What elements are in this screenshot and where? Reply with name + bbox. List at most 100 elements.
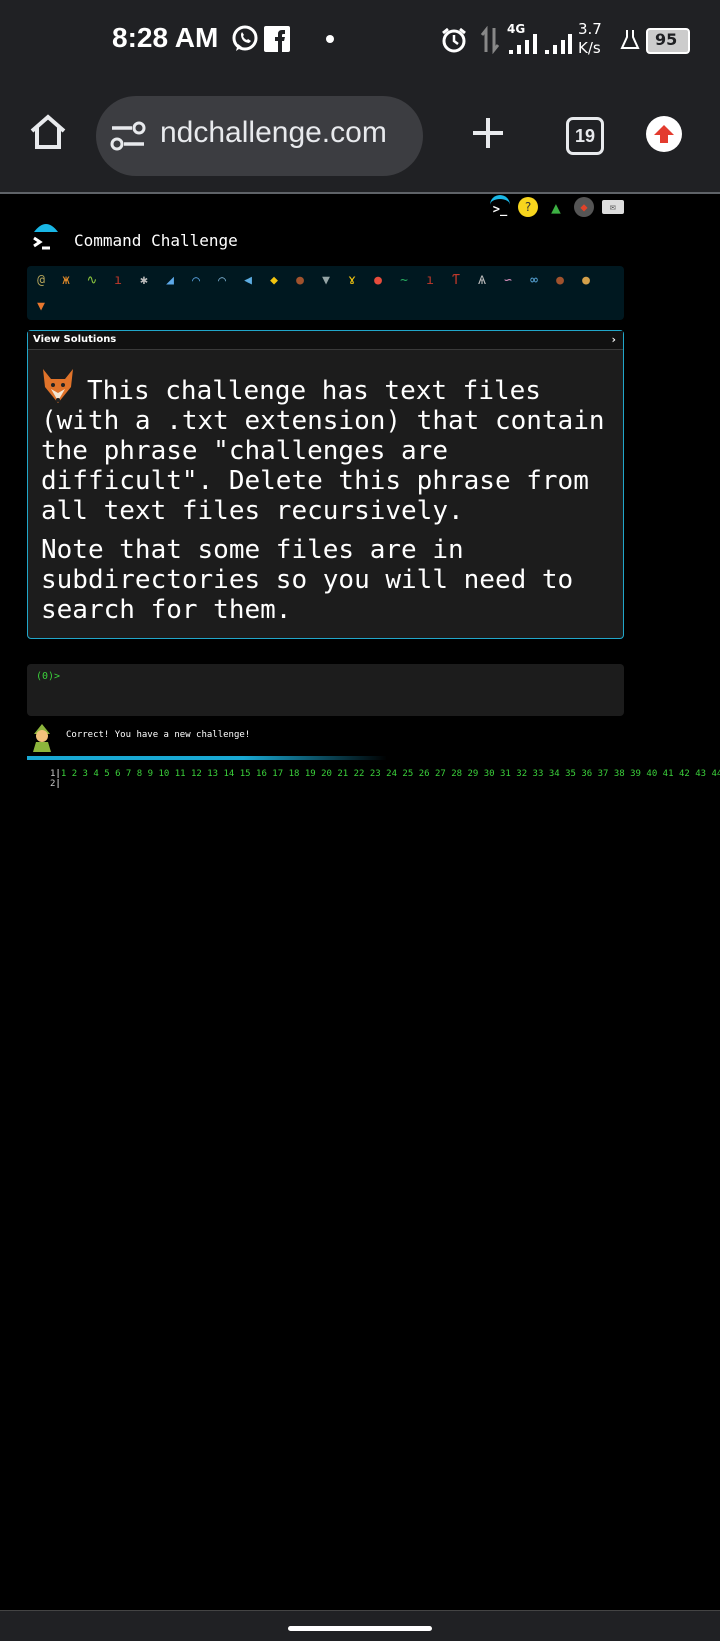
spider-web-icon[interactable]: ✱ [135, 272, 153, 290]
level-link-16[interactable]: 16 [256, 769, 267, 779]
level-link-20[interactable]: 20 [321, 769, 332, 779]
chevron-right-icon[interactable]: › [610, 333, 617, 346]
net-speed-value: 3.7 [578, 20, 602, 38]
browser-toolbar: ndchallenge.com 19 [0, 82, 720, 194]
thinking-emoji-icon[interactable]: ? [518, 197, 538, 217]
level-link-41[interactable]: 41 [663, 769, 674, 779]
notification-dot-icon [326, 35, 334, 43]
level-link-22[interactable]: 22 [354, 769, 365, 779]
level-link-36[interactable]: 36 [581, 769, 592, 779]
alarm-icon [442, 27, 466, 53]
level-link-39[interactable]: 39 [630, 769, 641, 779]
level-link-2[interactable]: 2 [72, 769, 77, 779]
level-link-24[interactable]: 24 [386, 769, 397, 779]
tree-icon[interactable]: ▲ [546, 197, 566, 217]
level-link-27[interactable]: 27 [435, 769, 446, 779]
level-link-34[interactable]: 34 [549, 769, 560, 779]
snail-icon[interactable]: @ [32, 272, 50, 290]
level-link-5[interactable]: 5 [104, 769, 109, 779]
level-link-11[interactable]: 11 [175, 769, 186, 779]
worm-icon[interactable]: ~ [395, 272, 413, 290]
mosquito-icon[interactable]: ı [421, 272, 439, 290]
butterfly-icon[interactable]: ж [57, 272, 75, 290]
level-link-1[interactable]: 1 [61, 769, 66, 779]
whatsapp-icon [232, 25, 258, 51]
ant-icon[interactable]: ı [109, 272, 127, 290]
level-link-7[interactable]: 7 [126, 769, 131, 779]
site-title[interactable]: Command Challenge [74, 231, 238, 250]
wolf-icon[interactable]: ▼ [317, 272, 335, 290]
tab-switcher-button[interactable]: 19 [566, 117, 604, 155]
dolphin-icon-1[interactable]: ⌒ [187, 272, 205, 290]
worm-icon-2[interactable]: ∽ [499, 272, 517, 290]
level-link-6[interactable]: 6 [115, 769, 120, 779]
level-links: 1 2 3 4 5 6 7 8 9 10 11 12 13 14 15 16 1… [61, 769, 720, 779]
home-icon[interactable] [28, 112, 68, 152]
scorpion-icon[interactable]: Ƭ [447, 272, 465, 290]
level-link-9[interactable]: 9 [148, 769, 153, 779]
level-link-43[interactable]: 43 [695, 769, 706, 779]
level-link-33[interactable]: 33 [533, 769, 544, 779]
fox-icon [43, 369, 73, 403]
level-link-21[interactable]: 21 [337, 769, 348, 779]
challenge-description: This challenge has text files (with a .t… [41, 367, 616, 634]
mail-icon[interactable]: ✉ [602, 200, 624, 214]
level-link-17[interactable]: 17 [272, 769, 283, 779]
home-indicator[interactable] [288, 1626, 432, 1631]
level-link-12[interactable]: 12 [191, 769, 202, 779]
caterpillar-icon[interactable]: ∿ [83, 272, 101, 290]
address-bar[interactable]: ndchallenge.com [96, 96, 423, 176]
gitlab-icon[interactable]: ◆ [574, 197, 594, 217]
battery-level: 95 [655, 30, 678, 49]
monkey-icon[interactable]: ● [551, 272, 569, 290]
level-link-13[interactable]: 13 [207, 769, 218, 779]
blowfish-icon[interactable]: ● [291, 272, 309, 290]
bee-icon[interactable]: ɤ [343, 272, 361, 290]
level-link-25[interactable]: 25 [402, 769, 413, 779]
level-link-38[interactable]: 38 [614, 769, 625, 779]
site-settings-icon[interactable] [110, 120, 146, 152]
update-button[interactable] [646, 116, 682, 152]
page-content: >_ ? ▲ ◆ ✉ Command Challenge @ ж ∿ ı ✱ ◢… [0, 194, 720, 1610]
result-message: Correct! You have a new challenge! [66, 730, 251, 740]
level-link-30[interactable]: 30 [484, 769, 495, 779]
fly-icon[interactable]: Ѧ [473, 272, 491, 290]
fish-icon[interactable]: ◀ [239, 272, 257, 290]
level-link-31[interactable]: 31 [500, 769, 511, 779]
level-link-29[interactable]: 29 [467, 769, 478, 779]
progress-bar [27, 756, 387, 760]
level-link-18[interactable]: 18 [289, 769, 300, 779]
new-tab-icon[interactable] [470, 115, 506, 151]
terminal-input[interactable]: (0)> [27, 664, 624, 716]
level-link-32[interactable]: 32 [516, 769, 527, 779]
challenge-panel: View Solutions › This challenge has text… [27, 330, 624, 639]
whale-icon[interactable]: ◢ [161, 272, 179, 290]
level-link-10[interactable]: 10 [158, 769, 169, 779]
level-link-3[interactable]: 3 [83, 769, 88, 779]
level-link-23[interactable]: 23 [370, 769, 381, 779]
microbe-icon[interactable]: ∞ [525, 272, 543, 290]
level-link-19[interactable]: 19 [305, 769, 316, 779]
command-challenge-link-icon[interactable]: >_ [490, 195, 510, 219]
level-link-8[interactable]: 8 [137, 769, 142, 779]
fox-icon-small[interactable]: ▼ [32, 298, 50, 316]
tropical-fish-icon[interactable]: ◆ [265, 272, 283, 290]
level-link-37[interactable]: 37 [598, 769, 609, 779]
dog-icon[interactable]: ● [577, 272, 595, 290]
signal-icon-1 [509, 34, 537, 54]
level-link-35[interactable]: 35 [565, 769, 576, 779]
level-link-4[interactable]: 4 [93, 769, 98, 779]
dolphin-icon-2[interactable]: ⌒ [213, 272, 231, 290]
ladybug-icon[interactable]: ● [369, 272, 387, 290]
level-link-26[interactable]: 26 [419, 769, 430, 779]
level-link-28[interactable]: 28 [451, 769, 462, 779]
level-link-44[interactable]: 44 [711, 769, 720, 779]
level-link-42[interactable]: 42 [679, 769, 690, 779]
view-solutions-label[interactable]: View Solutions [33, 334, 116, 345]
level-link-40[interactable]: 40 [646, 769, 657, 779]
level-link-14[interactable]: 14 [224, 769, 235, 779]
command-challenge-logo-icon[interactable] [30, 218, 62, 258]
url-text[interactable]: ndchallenge.com [160, 116, 410, 150]
level-link-15[interactable]: 15 [240, 769, 251, 779]
view-solutions-header[interactable]: View Solutions › [28, 331, 623, 350]
